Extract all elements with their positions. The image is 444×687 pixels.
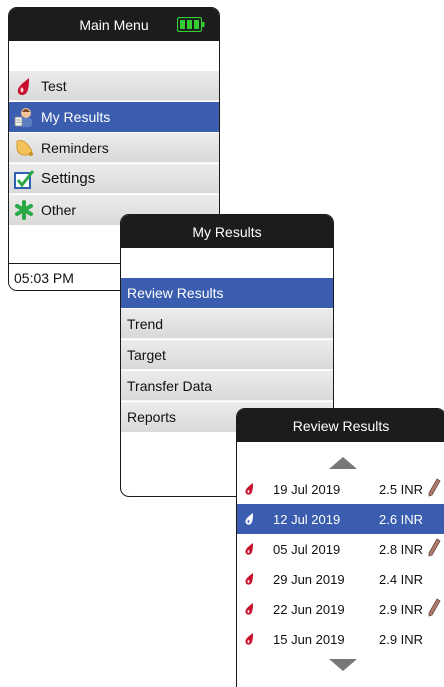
- review-results-titlebar: Review Results: [237, 409, 444, 442]
- pencil-icon: [428, 538, 441, 557]
- battery-full-icon: [177, 17, 205, 32]
- blood-drop-icon: [245, 633, 253, 645]
- checkbox-icon: [14, 169, 35, 189]
- result-row[interactable]: 12 Jul 2019 2.6 INR: [237, 504, 444, 534]
- result-date: 29 Jun 2019: [273, 571, 345, 587]
- result-row[interactable]: 05 Jul 2019 2.8 INR: [237, 534, 444, 564]
- menu-item-settings[interactable]: Settings: [9, 164, 219, 194]
- result-value: 2.9 INR: [379, 631, 424, 647]
- menu-item-target[interactable]: Target: [121, 340, 333, 370]
- result-value: 2.9 INR: [379, 601, 424, 617]
- menu-item-reminders[interactable]: Reminders: [9, 133, 219, 163]
- review-results-title: Review Results: [292, 417, 390, 434]
- menu-item-my-results[interactable]: My Results: [9, 102, 219, 132]
- menu-item-label: Other: [41, 202, 77, 218]
- menu-item-label: Reminders: [41, 139, 109, 156]
- scroll-up-arrow-icon[interactable]: [329, 457, 357, 469]
- blood-drop-icon: [245, 513, 253, 525]
- result-value: 2.6 INR: [379, 511, 424, 527]
- result-row[interactable]: 15 Jun 2019 2.9 INR: [237, 624, 444, 654]
- main-menu-title: Main Menu: [79, 16, 149, 33]
- star-icon: [15, 200, 33, 220]
- pencil-icon: [428, 598, 441, 617]
- result-row[interactable]: 22 Jun 2019 2.9 INR: [237, 594, 444, 624]
- blood-drop-icon: [245, 543, 253, 555]
- menu-item-review-results[interactable]: Review Results: [121, 278, 333, 308]
- menu-item-label: Target: [127, 346, 166, 363]
- menu-item-transfer-data[interactable]: Transfer Data: [121, 371, 333, 401]
- review-results-screen: Review Results 19 Jul 2019 2.5 INR 12 Ju…: [236, 408, 444, 687]
- result-value: 2.8 INR: [379, 541, 424, 557]
- bell-icon: [16, 139, 33, 156]
- menu-item-label: Review Results: [127, 285, 224, 301]
- pencil-icon: [428, 478, 441, 497]
- result-row[interactable]: 29 Jun 2019 2.4 INR: [237, 564, 444, 594]
- result-date: 22 Jun 2019: [273, 601, 345, 617]
- menu-item-label: Reports: [127, 409, 177, 425]
- scroll-down-arrow-icon[interactable]: [329, 659, 357, 671]
- menu-item-label: My Results: [41, 109, 111, 125]
- menu-item-trend[interactable]: Trend: [121, 309, 333, 339]
- blood-drop-icon: [17, 77, 29, 95]
- user-results-icon: [14, 108, 32, 127]
- result-value: 2.5 INR: [379, 481, 424, 497]
- blood-drop-icon: [245, 483, 253, 495]
- result-value: 2.4 INR: [379, 571, 424, 587]
- result-date: 05 Jul 2019: [273, 541, 341, 557]
- menu-item-test[interactable]: Test: [9, 71, 219, 101]
- my-results-title: My Results: [192, 223, 262, 240]
- blood-drop-icon: [245, 573, 253, 585]
- menu-item-label: Transfer Data: [127, 377, 213, 394]
- menu-item-label: Trend: [127, 315, 164, 332]
- blood-drop-icon: [245, 603, 253, 615]
- result-date: 12 Jul 2019: [273, 511, 341, 527]
- result-date: 19 Jul 2019: [273, 481, 341, 497]
- menu-item-label: Settings: [41, 170, 96, 187]
- result-date: 15 Jun 2019: [273, 631, 345, 647]
- result-row[interactable]: 19 Jul 2019 2.5 INR: [237, 474, 444, 504]
- main-menu-titlebar: Main Menu: [9, 8, 219, 41]
- clock-time: 05:03 PM: [14, 270, 74, 286]
- menu-item-label: Test: [41, 77, 67, 94]
- my-results-titlebar: My Results: [121, 215, 333, 248]
